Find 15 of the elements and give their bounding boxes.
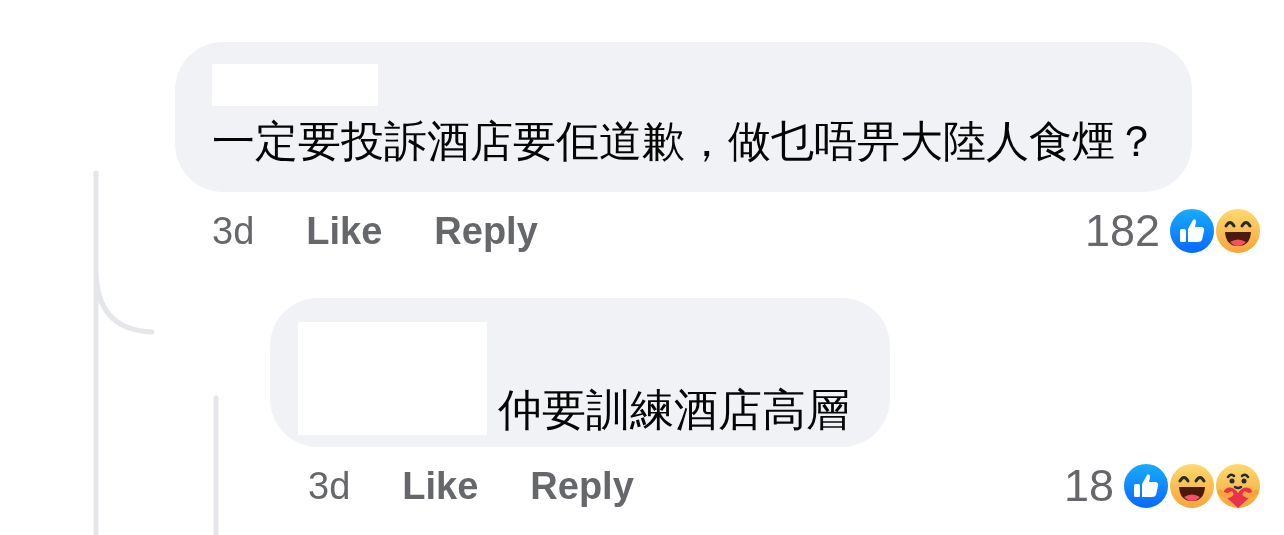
comment-time[interactable]: 3d <box>212 209 255 253</box>
comment-text: 仲要訓練酒店高層 <box>498 385 850 435</box>
reaction-count[interactable]: 18 <box>1063 460 1114 512</box>
comment-action-link[interactable]: Like <box>402 464 479 508</box>
comment-text: 一定要投訴酒店要佢道歉，做乜唔畀大陸人食煙？ <box>212 116 1158 166</box>
comment-time[interactable]: 3d <box>308 464 351 508</box>
laughing-face-icon[interactable] <box>1214 207 1262 255</box>
comment-action-link[interactable]: Reply <box>530 464 634 508</box>
hugging-heart-face-icon[interactable] <box>1214 462 1262 510</box>
like-reaction-icon[interactable] <box>1168 207 1216 255</box>
laughing-face-icon[interactable] <box>1168 462 1216 510</box>
reaction-count[interactable]: 182 <box>1084 205 1160 257</box>
comment-action-link[interactable]: Like <box>306 209 383 253</box>
comment-action-link[interactable]: Reply <box>434 209 538 253</box>
like-reaction-icon[interactable] <box>1122 462 1170 510</box>
